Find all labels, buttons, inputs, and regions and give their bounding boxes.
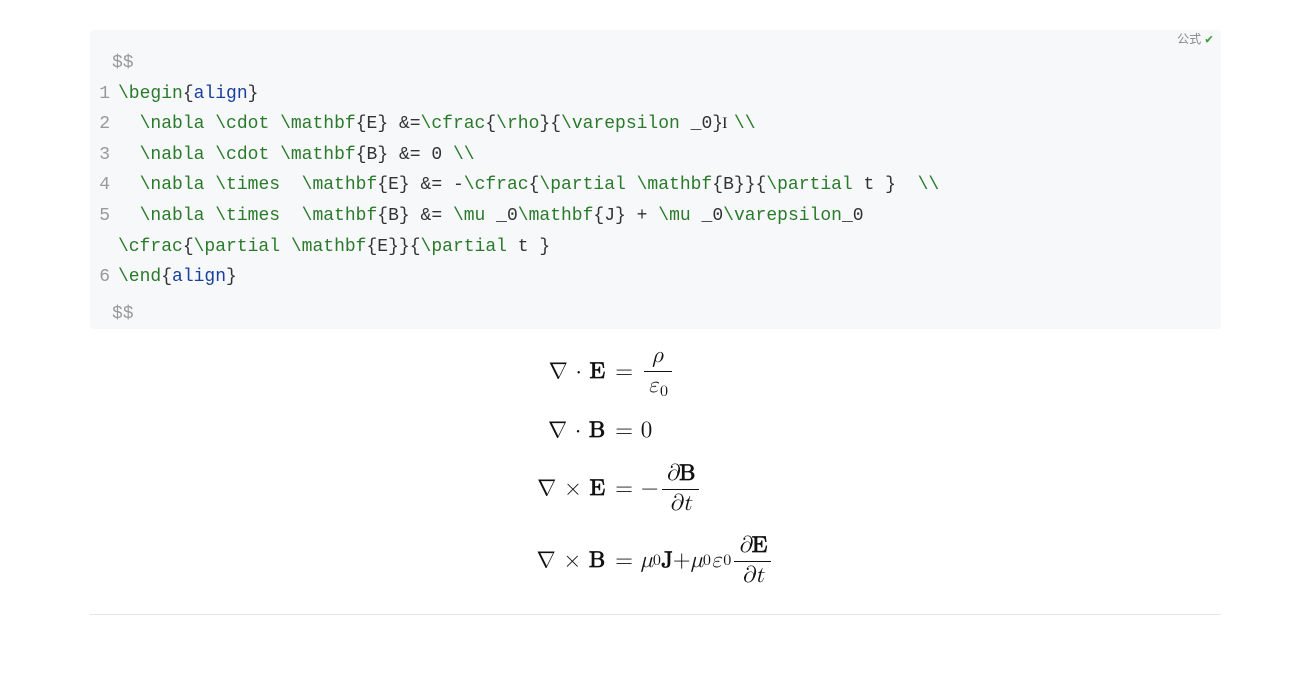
equation-lhs: ∇ × E: [537, 475, 606, 503]
code-text[interactable]: \begin{align}: [118, 79, 1209, 110]
line-number: 1: [90, 79, 118, 110]
block-badge-bar: 公式 ✔: [90, 30, 1221, 48]
equation-rhs: = ρε0: [615, 343, 774, 401]
line-number: 6: [90, 262, 118, 293]
line-number: 3: [90, 140, 118, 171]
code-line[interactable]: 1\begin{align}: [90, 79, 1209, 110]
equation-lhs: ∇ × B: [537, 547, 606, 575]
math-preview: ∇ · E = ρε0 ∇ · B = 0 ∇ × E = −∂B∂t ∇ × B = μ0J…: [90, 329, 1221, 615]
code-text[interactable]: \nabla \cdot \mathbf{E} &=\cfrac{\rho}{\…: [118, 109, 1209, 140]
code-line[interactable]: 2 \nabla \cdot \mathbf{E} &=\cfrac{\rho}…: [90, 109, 1209, 140]
line-number: 4: [90, 170, 118, 201]
math-code-block[interactable]: 公式 ✔ $$ 1\begin{align}2 \nabla \cdot \ma…: [90, 30, 1221, 329]
aligned-equations: ∇ · E = ρε0 ∇ · B = 0 ∇ × E = −∂B∂t ∇ × B = μ0J…: [90, 343, 1221, 589]
check-icon: ✔: [1205, 29, 1213, 51]
code-editor-body[interactable]: 1\begin{align}2 \nabla \cdot \mathbf{E} …: [90, 79, 1221, 299]
code-line[interactable]: 3 \nabla \cdot \mathbf{B} &= 0 \\: [90, 140, 1209, 171]
equation-rhs: = 0: [615, 417, 774, 445]
equation-rhs: = −∂B∂t: [615, 461, 774, 517]
code-text[interactable]: \nabla \times \mathbf{B} &= \mu _0\mathb…: [118, 201, 1209, 232]
block-type-label: 公式: [1177, 30, 1201, 50]
code-text[interactable]: \end{align}: [118, 262, 1209, 293]
delimiter-open: $$: [90, 48, 1221, 79]
page: 公式 ✔ $$ 1\begin{align}2 \nabla \cdot \ma…: [0, 0, 1311, 675]
code-line[interactable]: 6\end{align}: [90, 262, 1209, 293]
delimiter-close: $$: [90, 299, 1221, 330]
code-text[interactable]: \cfrac{\partial \mathbf{E}}{\partial t }: [118, 232, 1209, 263]
code-line-continuation[interactable]: \cfrac{\partial \mathbf{E}}{\partial t }: [90, 232, 1209, 263]
code-text[interactable]: \nabla \times \mathbf{E} &= -\cfrac{\par…: [118, 170, 1209, 201]
line-number: 2: [90, 109, 118, 140]
code-line[interactable]: 4 \nabla \times \mathbf{E} &= -\cfrac{\p…: [90, 170, 1209, 201]
code-text[interactable]: \nabla \cdot \mathbf{B} &= 0 \\: [118, 140, 1209, 171]
equation-lhs: ∇ · E: [537, 358, 606, 386]
line-number: 5: [90, 201, 118, 232]
code-line[interactable]: 5 \nabla \times \mathbf{B} &= \mu _0\mat…: [90, 201, 1209, 232]
equation-rhs: = μ0J + μ0ε0∂E∂t: [615, 533, 774, 589]
equation-lhs: ∇ · B: [537, 417, 606, 445]
